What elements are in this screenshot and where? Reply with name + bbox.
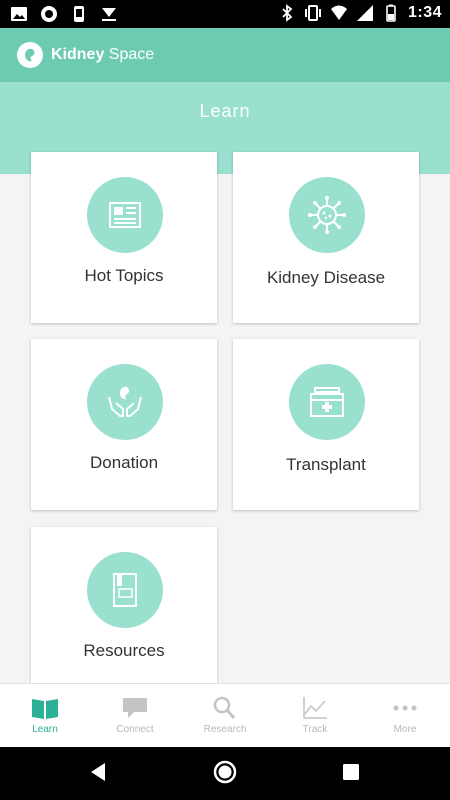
medical-kit-icon (310, 387, 344, 417)
status-bar: 1:34 (0, 0, 450, 28)
nav-more[interactable]: More (360, 684, 450, 748)
book-open-icon (32, 699, 58, 719)
nav-label: More (393, 724, 417, 735)
nav-label: Track (302, 724, 328, 735)
battery-icon (386, 4, 396, 22)
nav-label: Learn (32, 724, 58, 735)
kidney-logo-icon (17, 42, 43, 68)
donation-hands-icon (108, 386, 142, 417)
more-dots-icon (393, 705, 417, 711)
card-label: Kidney Disease (266, 268, 386, 287)
card-resources[interactable]: Resources (31, 527, 217, 683)
brand-name-bold: Kidney (51, 46, 105, 63)
card-donation[interactable]: Donation (31, 339, 217, 510)
image-icon (11, 7, 27, 21)
bluetooth-icon (282, 4, 293, 22)
nav-research[interactable]: Research (180, 684, 270, 748)
card-label: Resources (83, 641, 165, 660)
card-label: Transplant (286, 455, 366, 474)
phone-icon (74, 6, 84, 22)
back-icon[interactable] (88, 761, 108, 783)
download-icon (102, 8, 116, 21)
bottom-navigation: Learn Connect Research Track More (0, 683, 450, 748)
card-hot-topics[interactable]: Hot Topics (31, 152, 217, 323)
search-icon (213, 696, 236, 719)
home-icon[interactable] (213, 760, 237, 784)
circle-icon (41, 6, 57, 22)
page-title: Learn (199, 101, 251, 121)
book-icon (113, 573, 137, 607)
chart-line-icon (303, 697, 327, 719)
card-icon-circle (289, 364, 365, 440)
nav-learn[interactable]: Learn (0, 684, 90, 748)
card-kidney-disease[interactable]: Kidney Disease (233, 152, 419, 323)
recents-icon[interactable] (342, 763, 360, 781)
card-label: Hot Topics (84, 266, 164, 285)
app-bar: Kidney Space (0, 28, 450, 82)
system-navigation-bar (0, 747, 450, 800)
vibrate-icon (304, 5, 321, 21)
clock-time: 1:34 (407, 4, 442, 21)
nav-label: Research (203, 724, 247, 735)
card-icon-circle (289, 177, 365, 253)
nav-label: Connect (116, 724, 154, 735)
brand-name-rest: Space (104, 46, 155, 63)
card-transplant[interactable]: Transplant (233, 339, 419, 510)
app-brand: Kidney Space (51, 46, 154, 64)
chat-bubble-icon (123, 698, 147, 718)
card-icon-circle (87, 552, 163, 628)
card-icon-circle (87, 177, 163, 253)
signal-icon (356, 5, 373, 21)
virus-icon (308, 196, 346, 234)
nav-track[interactable]: Track (270, 684, 360, 748)
wifi-icon (330, 5, 347, 20)
nav-connect[interactable]: Connect (90, 684, 180, 748)
newspaper-icon (109, 202, 141, 228)
card-icon-circle (87, 364, 163, 440)
card-label: Donation (89, 453, 159, 472)
